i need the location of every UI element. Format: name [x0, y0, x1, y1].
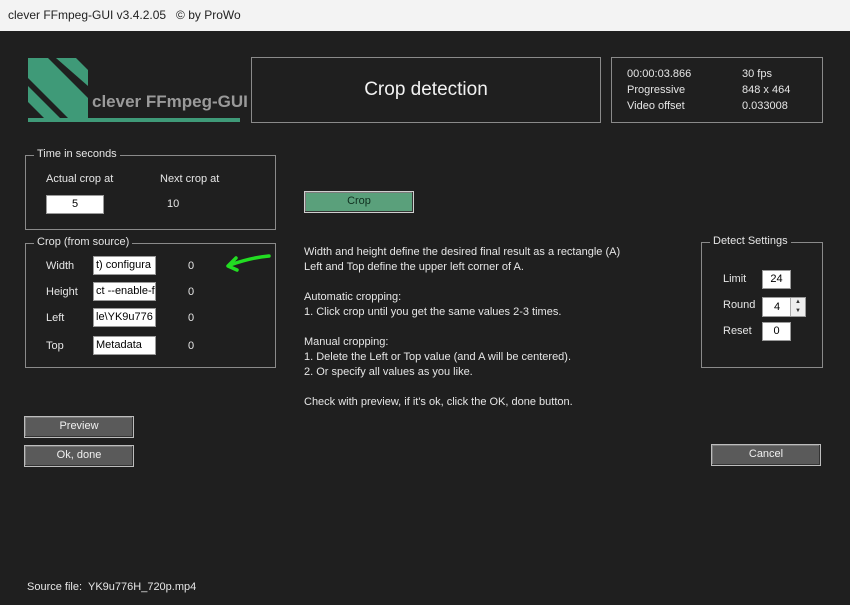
annotation-arrow-icon	[222, 250, 272, 274]
spin-down-icon[interactable]: ▼	[791, 307, 805, 316]
auto-cropping-title: Automatic cropping:	[304, 291, 402, 303]
next-crop-value: 10	[167, 198, 180, 210]
ok-done-button[interactable]: Ok, done	[24, 445, 134, 467]
crop-height-value: 0	[188, 286, 195, 298]
video-offset-value: 0.033008	[742, 100, 788, 112]
crop-left-label: Left	[46, 312, 65, 324]
check-preview-note: Check with preview, if it's ok, click th…	[304, 396, 573, 408]
crop-left-input[interactable]: le\YK9u776	[93, 308, 156, 327]
reset-label: Reset	[723, 325, 752, 337]
crop-width-input[interactable]: t) configura	[93, 256, 156, 275]
crop-button[interactable]: Crop	[304, 191, 414, 213]
video-time: 00:00:03.866	[627, 68, 692, 80]
time-group-legend: Time in seconds	[34, 148, 120, 160]
crop-top-input[interactable]: Metadata	[93, 336, 156, 355]
instruction-line-2: Left and Top define the upper left corne…	[304, 261, 524, 273]
manual-cropping-step-1: 1. Delete the Left or Top value (and A w…	[304, 351, 572, 363]
crop-left-value: 0	[188, 312, 195, 324]
actual-crop-label: Actual crop at	[46, 173, 114, 185]
crop-group-legend: Crop (from source)	[34, 236, 133, 248]
preview-button[interactable]: Preview	[24, 416, 134, 438]
window-title: clever FFmpeg-GUI v3.4.2.05 © by ProWo	[8, 8, 241, 22]
cancel-button[interactable]: Cancel	[711, 444, 821, 466]
source-file-value: YK9u776H_720p.mp4	[88, 581, 197, 593]
logo-mark-icon	[28, 58, 240, 122]
manual-cropping-title: Manual cropping:	[304, 336, 389, 348]
manual-cropping-step-2: 2. Or specify all values as you like.	[304, 366, 473, 378]
time-group: Time in seconds Actual crop at Next crop…	[25, 148, 276, 230]
limit-input[interactable]: 24	[762, 270, 791, 289]
crop-height-input[interactable]: ct --enable-fo	[93, 282, 156, 301]
auto-cropping-step-1: 1. Click crop until you get the same val…	[304, 306, 562, 318]
video-info-panel: 00:00:03.866 30 fps Progressive 848 x 46…	[611, 57, 823, 123]
header-title-frame: Crop detection	[251, 57, 601, 123]
window-titlebar: clever FFmpeg-GUI v3.4.2.05 © by ProWo	[0, 0, 850, 31]
crop-top-value: 0	[188, 340, 195, 352]
next-crop-label: Next crop at	[160, 173, 220, 185]
video-fps: 30 fps	[742, 68, 772, 80]
crop-width-label: Width	[46, 260, 75, 272]
crop-width-value: 0	[188, 260, 195, 272]
video-scan-type: Progressive	[627, 84, 686, 96]
round-stepper[interactable]: 4 ▲ ▼	[762, 297, 806, 317]
limit-label: Limit	[723, 273, 747, 285]
actual-crop-input[interactable]: 5	[46, 195, 104, 214]
source-file-label: Source file:	[27, 581, 83, 593]
app-logo: clever FFmpeg-GUI	[26, 56, 248, 124]
round-value: 4	[773, 301, 781, 313]
crop-height-label: Height	[46, 286, 78, 298]
logo-text: clever FFmpeg-GUI	[92, 92, 248, 111]
round-label: Round	[723, 299, 756, 311]
spin-up-icon[interactable]: ▲	[791, 298, 805, 307]
crop-top-label: Top	[46, 340, 64, 352]
video-offset-label: Video offset	[627, 100, 685, 112]
detect-settings-group: Detect Settings Limit 24 Round 4 ▲ ▼ Res…	[701, 235, 823, 368]
reset-input[interactable]: 0	[762, 322, 791, 341]
video-resolution: 848 x 464	[742, 84, 791, 96]
page-title: Crop detection	[364, 79, 488, 100]
detect-settings-legend: Detect Settings	[710, 235, 791, 247]
instruction-line-1: Width and height define the desired fina…	[304, 246, 621, 258]
round-spin-buttons[interactable]: ▲ ▼	[790, 298, 805, 316]
